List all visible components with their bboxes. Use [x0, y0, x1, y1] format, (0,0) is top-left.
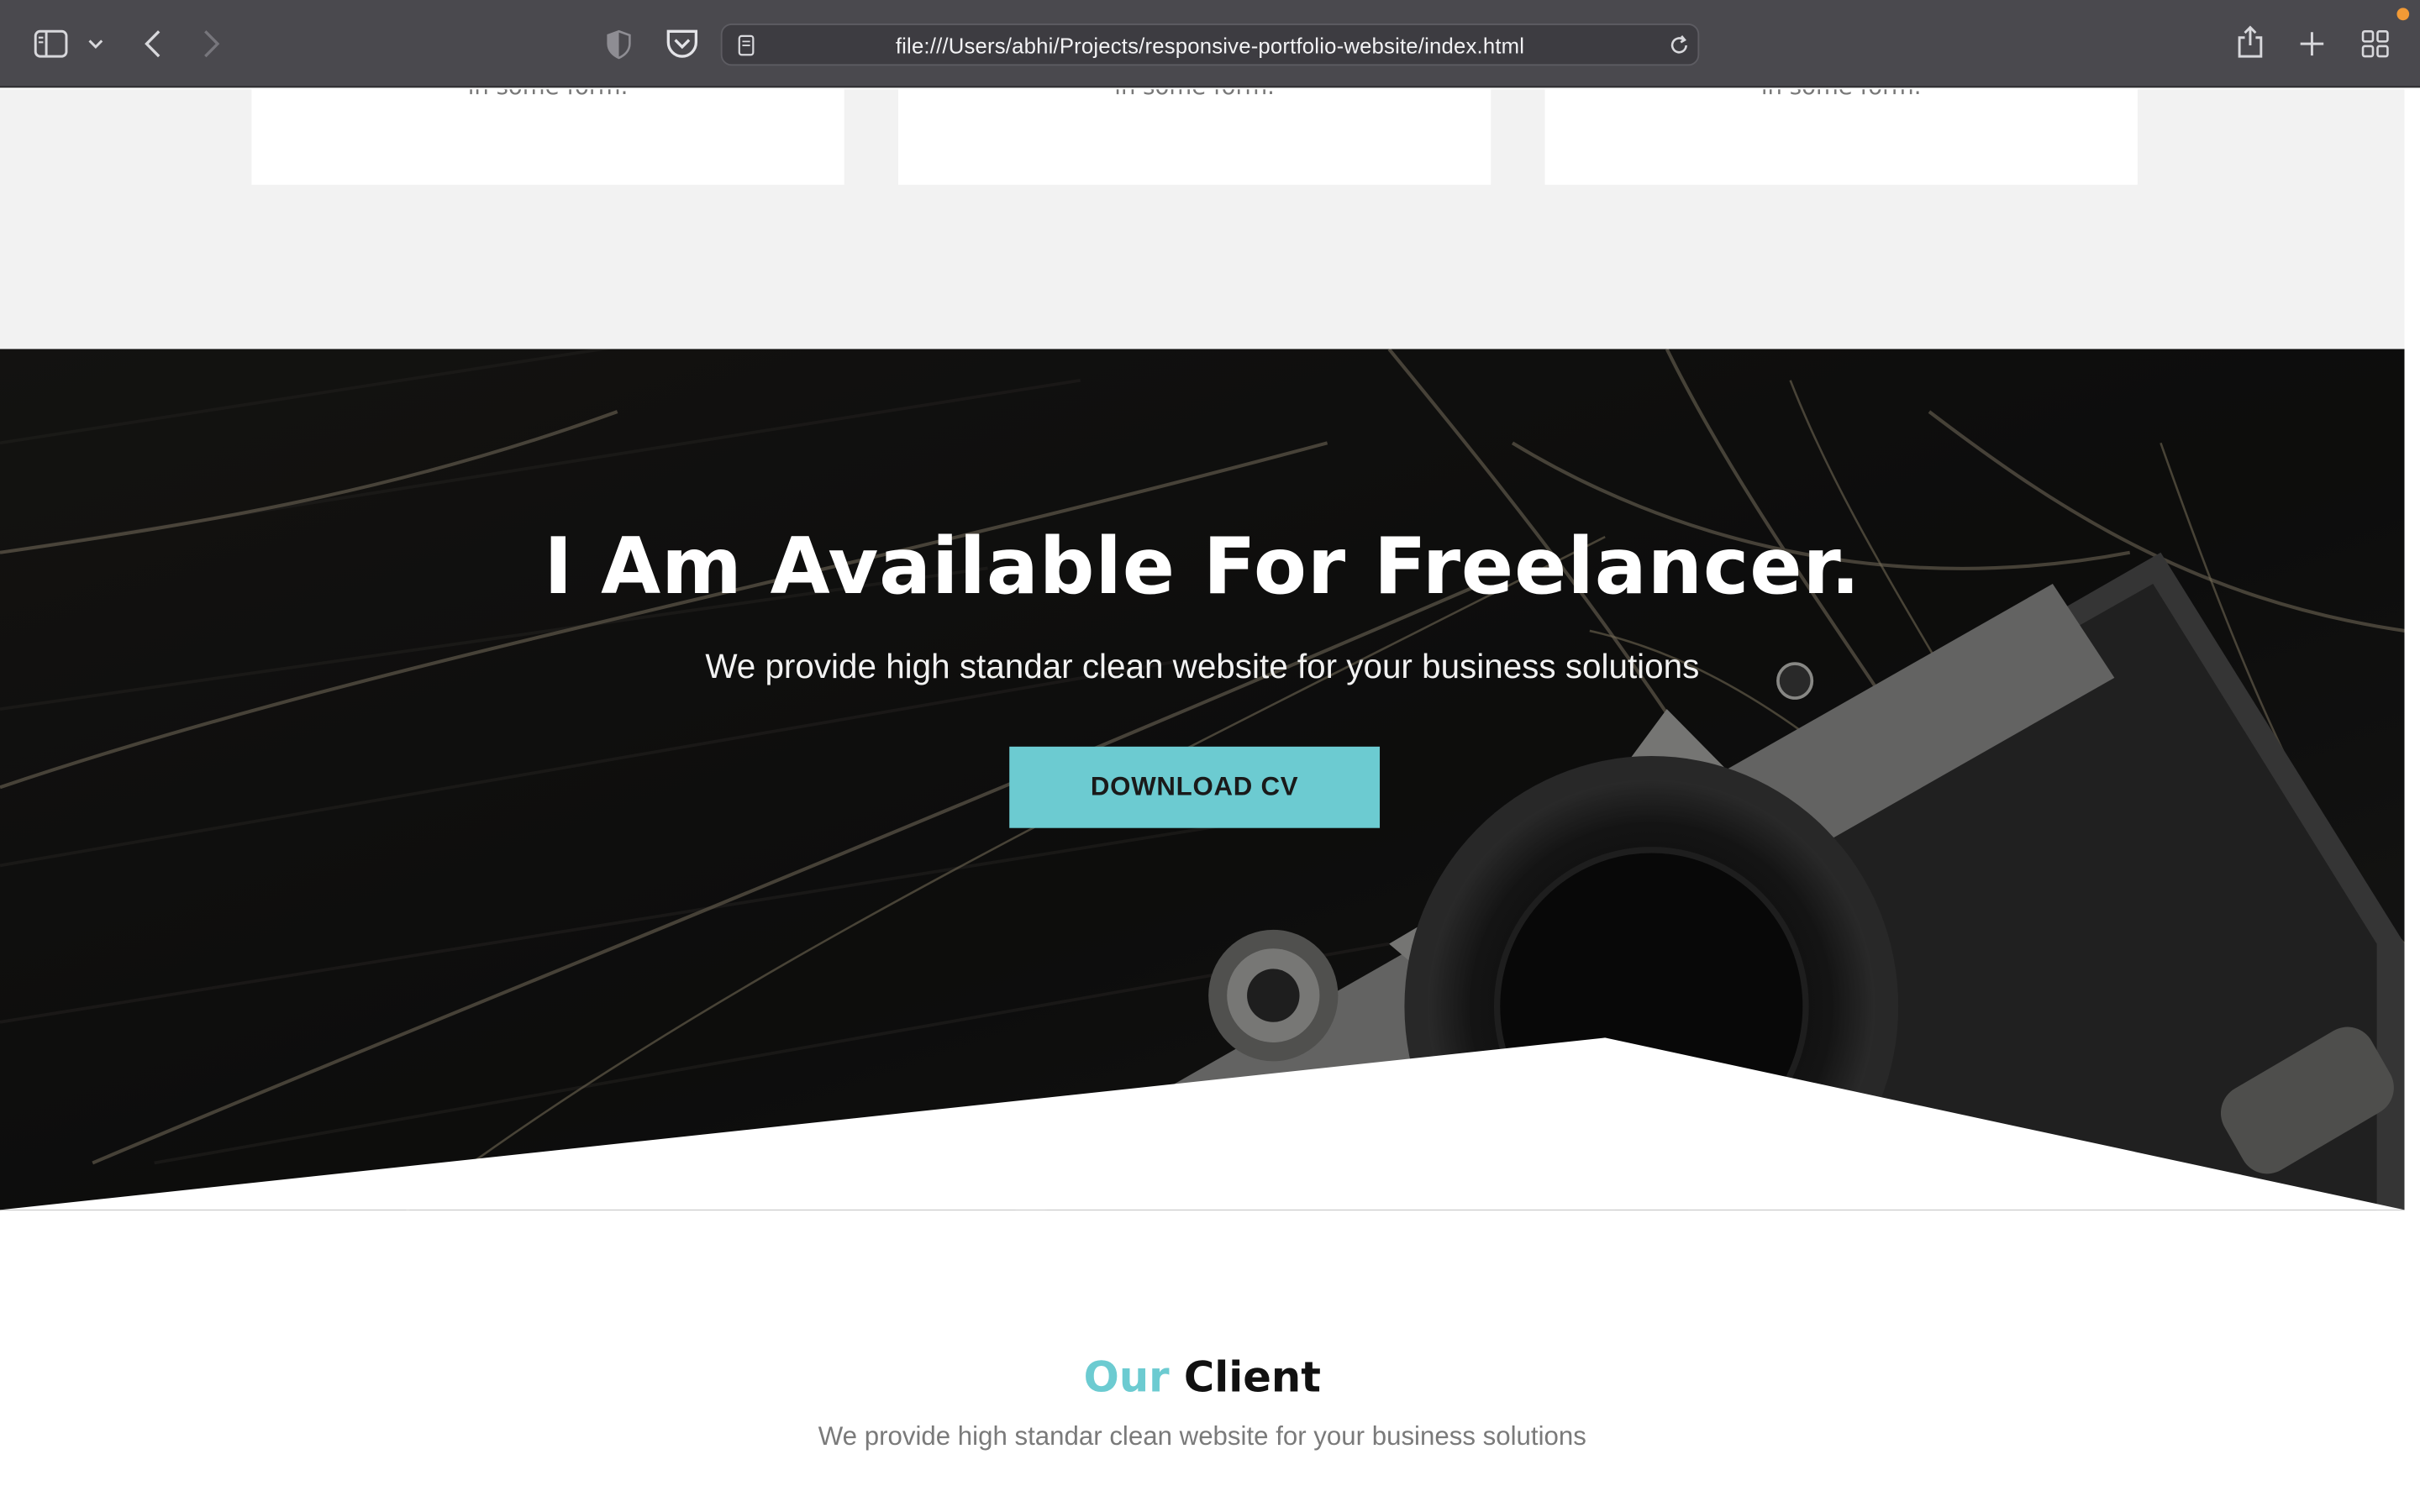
recording-indicator [2396, 8, 2410, 21]
service-card-text: in some form. [898, 89, 1491, 100]
privacy-shield-icon[interactable] [602, 25, 635, 63]
service-card-text: in some form. [1545, 89, 2138, 100]
forward-arrow-icon[interactable] [194, 25, 228, 63]
client-section-subtitle: We provide high standar clean website fo… [818, 1420, 1586, 1452]
url-text[interactable]: file:///Users/abhi/Projects/responsive-p… [723, 25, 1698, 65]
service-card: in some form. [251, 89, 844, 185]
chevron-down-icon[interactable] [85, 31, 107, 56]
client-section-title: Our Client [0, 1354, 2405, 1403]
tab-overview-icon[interactable] [2357, 25, 2394, 63]
sidebar-icon[interactable] [33, 25, 70, 63]
plus-icon[interactable] [2293, 25, 2330, 63]
service-card: in some form. [897, 89, 1491, 185]
service-card: in some form. [1544, 89, 2138, 185]
client-title-rest: Client [1183, 1353, 1321, 1403]
services-section: in some form. in some form. in some form… [0, 89, 2405, 349]
service-card-text: in some form. [251, 89, 844, 100]
scrollbar[interactable] [2404, 89, 2420, 1512]
client-title-accent: Our [1083, 1353, 1170, 1403]
reload-icon[interactable] [1667, 33, 1691, 58]
browser-toolbar: file:///Users/abhi/Projects/responsive-p… [0, 0, 2420, 88]
page-viewport: in some form. in some form. in some form… [0, 89, 2405, 1512]
download-cv-button[interactable]: DOWNLOAD CV [1009, 746, 1381, 828]
pocket-icon[interactable] [664, 25, 701, 63]
share-icon[interactable] [2232, 22, 2269, 62]
address-bar[interactable]: file:///Users/abhi/Projects/responsive-p… [720, 23, 1700, 66]
banner-title: I Am Available For Freelancer. [544, 521, 1861, 612]
banner-subtitle: We provide high standar clean website fo… [705, 646, 1700, 686]
back-arrow-icon[interactable] [136, 25, 170, 63]
freelance-banner: I Am Available For Freelancer. We provid… [0, 349, 2405, 1210]
